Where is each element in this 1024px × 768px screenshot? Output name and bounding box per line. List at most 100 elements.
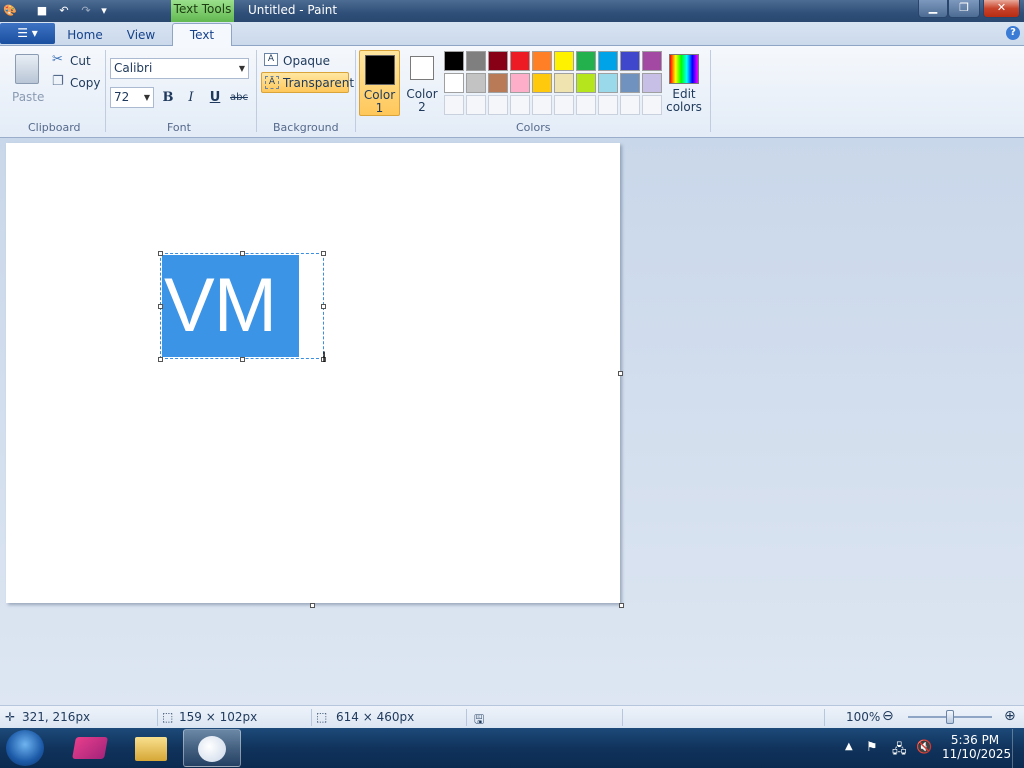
minimize-button[interactable]: ▁ — [918, 0, 948, 18]
close-button[interactable]: ✕ — [983, 0, 1020, 18]
bold-button[interactable]: B — [158, 88, 178, 108]
save-icon[interactable]: ■ — [34, 2, 50, 18]
palette-color-swatch[interactable] — [620, 51, 640, 71]
palette-color-swatch[interactable] — [466, 73, 486, 93]
zoom-in-icon[interactable]: ⊕ — [1004, 708, 1016, 724]
custom-color-slot[interactable] — [642, 95, 662, 115]
canvas-text[interactable]: VM — [162, 255, 299, 357]
group-divider — [355, 50, 356, 132]
tab-view[interactable]: View — [116, 24, 166, 46]
transparent-button[interactable]: A Transparent — [261, 72, 354, 93]
start-button[interactable] — [6, 730, 44, 766]
custom-color-slot[interactable] — [554, 95, 574, 115]
redo-icon[interactable]: ↷ — [78, 2, 94, 18]
paint-menu-button[interactable]: ☰ ▾ — [0, 23, 55, 44]
palette-color-swatch[interactable] — [510, 51, 530, 71]
palette-color-swatch[interactable] — [532, 51, 552, 71]
tray-clock[interactable]: 5:36 PM 11/10/2025 — [942, 733, 1011, 761]
network-icon[interactable]: 🖧 — [892, 740, 907, 762]
palette-color-swatch[interactable] — [444, 51, 464, 71]
cut-button[interactable]: ✂ Cut — [52, 52, 100, 70]
selection-handle[interactable] — [240, 357, 245, 362]
font-size-combo[interactable]: 72 ▼ — [110, 87, 154, 108]
selection-handle[interactable] — [158, 251, 163, 256]
status-bar: ✛ 321, 216px ⬚ 159 × 102px ⬚ 614 × 460px… — [0, 705, 1024, 728]
font-group-label: Font — [167, 121, 191, 134]
help-icon[interactable]: ? — [1006, 26, 1020, 40]
copy-label: Copy — [70, 76, 101, 90]
palette-color-swatch[interactable] — [488, 51, 508, 71]
edit-colors-label: Edit colors — [666, 87, 702, 114]
custom-color-slot[interactable] — [576, 95, 596, 115]
palette-color-swatch[interactable] — [642, 73, 662, 93]
canvas-size-icon: ⬚ — [316, 710, 328, 724]
underline-button[interactable]: U — [205, 88, 225, 108]
palette-color-swatch[interactable] — [532, 73, 552, 93]
palette-color-swatch[interactable] — [598, 51, 618, 71]
custom-color-slot[interactable] — [444, 95, 464, 115]
palette-color-swatch[interactable] — [642, 51, 662, 71]
status-divider — [311, 709, 312, 726]
show-desktop-button[interactable] — [1012, 729, 1024, 768]
selection-size-icon: ⬚ — [162, 710, 174, 724]
taskbar-app-paint[interactable] — [183, 729, 241, 767]
maximize-button[interactable]: ❐ — [948, 0, 980, 18]
cursor-position-icon: ✛ — [5, 710, 16, 724]
volume-icon[interactable]: 🔇 — [916, 740, 932, 755]
palette-color-swatch[interactable] — [466, 51, 486, 71]
palette-color-swatch[interactable] — [510, 73, 530, 93]
status-divider — [824, 709, 825, 726]
custom-color-slot[interactable] — [466, 95, 486, 115]
action-center-icon[interactable]: ⚑ — [866, 740, 878, 755]
palette-color-swatch[interactable] — [576, 51, 596, 71]
colors-group-label: Colors — [516, 121, 551, 134]
tab-text[interactable]: Text — [172, 23, 232, 47]
italic-button[interactable]: I — [181, 88, 201, 108]
palette-color-swatch[interactable] — [554, 73, 574, 93]
copy-button[interactable]: ❐ Copy — [52, 74, 104, 92]
edit-colors-button[interactable]: Edit colors — [664, 50, 704, 116]
palette-color-swatch[interactable] — [554, 51, 574, 71]
paint-app-icon[interactable]: 🎨 — [2, 2, 18, 18]
drawing-canvas[interactable] — [6, 143, 620, 603]
undo-icon[interactable]: ↶ — [56, 2, 72, 18]
canvas-resize-handle-corner[interactable] — [619, 603, 624, 608]
custom-color-slot[interactable] — [510, 95, 530, 115]
palette-color-swatch[interactable] — [620, 73, 640, 93]
color1-button[interactable]: Color 1 — [359, 50, 400, 116]
palette-color-swatch[interactable] — [488, 73, 508, 93]
palette-color-swatch[interactable] — [444, 73, 464, 93]
zoom-slider-thumb[interactable] — [946, 710, 954, 724]
palette-color-swatch[interactable] — [598, 73, 618, 93]
selection-handle[interactable] — [240, 251, 245, 256]
zoom-out-icon[interactable]: ⊖ — [882, 708, 894, 724]
selection-handle[interactable] — [321, 251, 326, 256]
opaque-button[interactable]: A Opaque — [262, 52, 348, 70]
palette-color-swatch[interactable] — [576, 73, 596, 93]
group-divider — [710, 50, 711, 132]
strikethrough-button[interactable]: abc — [228, 88, 250, 108]
show-hidden-icons[interactable]: ▲ — [845, 741, 853, 752]
cursor-position: 321, 216px — [22, 710, 91, 724]
taskbar-app-explorer[interactable] — [122, 729, 180, 767]
opaque-label: Opaque — [283, 54, 331, 68]
taskbar-app-fox[interactable] — [62, 729, 120, 767]
paste-button[interactable]: Paste — [8, 50, 46, 108]
color2-label: Color 2 — [406, 87, 438, 114]
custom-color-slot[interactable] — [598, 95, 618, 115]
color2-button[interactable]: Color 2 — [403, 50, 441, 116]
custom-color-slot[interactable] — [532, 95, 552, 115]
customize-quick-access-icon[interactable]: ▾ — [96, 2, 112, 18]
custom-color-slot[interactable] — [620, 95, 640, 115]
selection-handle[interactable] — [158, 304, 163, 309]
canvas-resize-handle-right[interactable] — [618, 371, 623, 376]
canvas-resize-handle-bottom[interactable] — [310, 603, 315, 608]
close-icon: ✕ — [996, 1, 1007, 14]
selection-handle[interactable] — [321, 304, 326, 309]
selection-size: 159 × 102px — [179, 710, 258, 724]
ribbon: Paste ✂ Cut ❐ Copy Clipboard Calibri ▼ 7… — [0, 46, 1024, 138]
selection-handle[interactable] — [158, 357, 163, 362]
tab-home[interactable]: Home — [60, 24, 110, 46]
custom-color-slot[interactable] — [488, 95, 508, 115]
font-family-combo[interactable]: Calibri ▼ — [110, 58, 249, 79]
